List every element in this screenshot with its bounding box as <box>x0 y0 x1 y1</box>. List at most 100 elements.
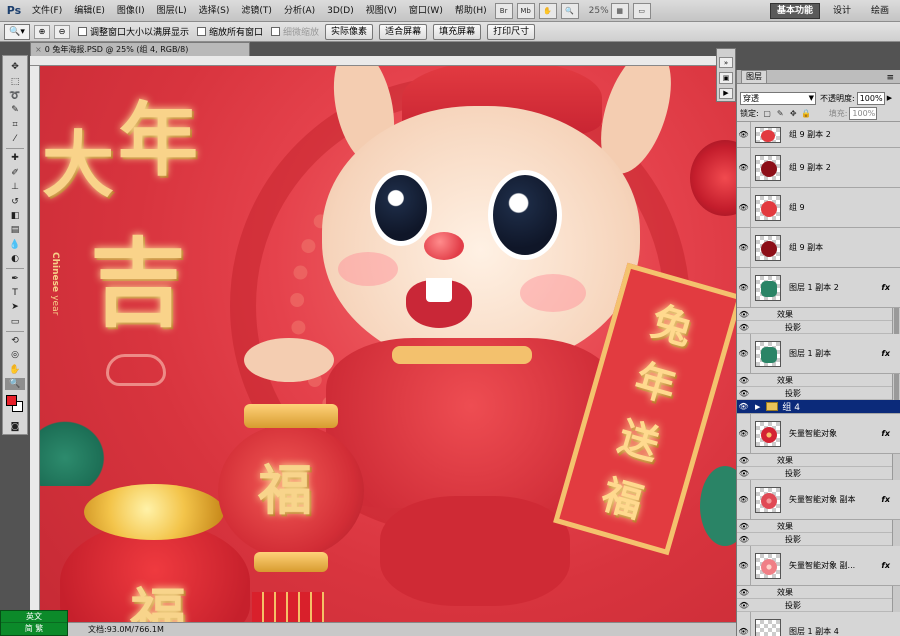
dodge-tool-icon[interactable]: ◐ <box>5 253 25 265</box>
effects-row[interactable]: 👁 效果 <box>737 520 900 533</box>
panel-expand-icon[interactable]: » <box>719 57 733 69</box>
layer-group-row-selected[interactable]: 👁 ▶ 组 4 <box>737 400 900 414</box>
visibility-eye-icon[interactable]: 👁 <box>737 228 751 267</box>
3d-orbit-icon[interactable]: ◎ <box>5 349 25 361</box>
brush-tool-icon[interactable]: ✐ <box>5 167 25 179</box>
visibility-eye-icon[interactable]: 👁 <box>737 599 751 611</box>
menu-window[interactable]: 窗口(W) <box>403 1 449 21</box>
layer-row[interactable]: 👁 图层 1 副本 2 fx <box>737 268 900 308</box>
blend-mode-select[interactable]: 穿透 ▼ <box>740 91 816 105</box>
document-tab[interactable]: × 0 兔年海报.PSD @ 25% (组 4, RGB/8) <box>30 42 250 56</box>
menu-select[interactable]: 选择(S) <box>193 1 236 21</box>
fill-input[interactable]: 100% <box>849 107 878 120</box>
visibility-eye-icon[interactable]: 👁 <box>737 467 751 479</box>
layer-effects-icon[interactable]: fx <box>881 349 890 358</box>
visibility-eye-icon[interactable]: 👁 <box>737 374 751 386</box>
actions-panel-icon[interactable]: ▶ <box>719 87 733 99</box>
visibility-eye-icon[interactable]: 👁 <box>737 480 751 519</box>
history-panel-icon[interactable]: ▣ <box>719 72 733 84</box>
drop-shadow-row[interactable]: 👁 投影 <box>737 467 900 480</box>
layer-row[interactable]: 👁 矢量智能对象 副本 fx <box>737 480 900 520</box>
eyedropper-tool-icon[interactable]: ⁄ <box>5 133 25 145</box>
3d-rotate-icon[interactable]: ⟲ <box>5 335 25 347</box>
zoom-in-icon[interactable]: ⊕ <box>34 24 50 39</box>
workspace-essentials[interactable]: 基本功能 <box>769 2 820 19</box>
menu-filter[interactable]: 滤镜(T) <box>235 1 278 21</box>
layer-row[interactable]: 👁 组 9 副本 2 <box>737 148 900 188</box>
shape-tool-icon[interactable]: ▭ <box>5 316 25 328</box>
opacity-dropdown-icon[interactable]: ▶ <box>887 94 892 102</box>
crop-tool-icon[interactable]: ⌗ <box>5 119 25 131</box>
visibility-eye-icon[interactable]: 👁 <box>737 612 751 636</box>
effects-row[interactable]: 👁 效果 <box>737 454 900 467</box>
visibility-eye-icon[interactable]: 👁 <box>737 586 751 598</box>
layer-effects-icon[interactable]: fx <box>881 429 890 438</box>
visibility-eye-icon[interactable]: 👁 <box>737 308 751 320</box>
gradient-tool-icon[interactable]: ▤ <box>5 224 25 236</box>
lock-all-icon[interactable]: 🔒 <box>801 109 811 118</box>
foreground-color-swatch[interactable] <box>6 395 17 407</box>
ime-mode[interactable]: 英文 <box>1 611 67 623</box>
fit-screen-button[interactable]: 适合屏幕 <box>379 23 428 40</box>
layer-row[interactable]: 👁 组 9 副本 2 <box>737 122 900 148</box>
zoom-tool-icon[interactable]: 🔍 <box>5 378 25 391</box>
close-tab-icon[interactable]: × <box>35 45 42 54</box>
history-brush-icon[interactable]: ↺ <box>5 195 25 207</box>
screen-mode-icon[interactable]: ▭ <box>632 2 651 19</box>
visibility-eye-icon[interactable]: 👁 <box>737 520 751 532</box>
drop-shadow-row[interactable]: 👁 投影 <box>737 533 900 546</box>
visibility-eye-icon[interactable]: 👁 <box>737 321 751 333</box>
drop-shadow-row[interactable]: 👁 投影 <box>737 599 900 612</box>
lock-position-icon[interactable]: ✥ <box>789 109 798 118</box>
zoom-level[interactable]: 25% <box>589 6 609 16</box>
layer-row[interactable]: 👁 矢量智能对象 副... fx <box>737 546 900 586</box>
quick-select-tool-icon[interactable]: ✎ <box>5 104 25 116</box>
visibility-eye-icon[interactable]: 👁 <box>737 546 751 585</box>
visibility-eye-icon[interactable]: 👁 <box>737 414 751 453</box>
hand-tool-icon[interactable]: ✋ <box>5 364 25 376</box>
arrange-documents-icon[interactable]: ▦ <box>610 2 629 19</box>
menu-help[interactable]: 帮助(H) <box>449 1 493 21</box>
healing-brush-icon[interactable]: ✚ <box>5 152 25 164</box>
layer-effects-icon[interactable]: fx <box>881 283 890 292</box>
type-tool-icon[interactable]: T <box>5 287 25 299</box>
resize-windows-checkbox[interactable]: 调整窗口大小以满屏显示 <box>78 25 189 38</box>
layer-effects-icon[interactable]: fx <box>881 561 890 570</box>
ime-script[interactable]: 简 繁 <box>1 623 67 635</box>
visibility-eye-icon[interactable]: 👁 <box>737 148 751 187</box>
marquee-tool-icon[interactable]: ⬚ <box>5 75 25 87</box>
layer-effects-icon[interactable]: fx <box>881 495 890 504</box>
visibility-eye-icon[interactable]: 👁 <box>737 400 751 413</box>
zoom-tool-preset-icon[interactable]: 🔍▾ <box>4 23 30 40</box>
visibility-eye-icon[interactable]: 👁 <box>737 268 751 307</box>
effects-row[interactable]: 👁 效果 <box>737 586 900 599</box>
lock-pixels-icon[interactable]: ✎ <box>776 109 785 118</box>
menu-edit[interactable]: 编辑(E) <box>68 1 111 21</box>
bridge-icon[interactable]: Br <box>494 2 513 19</box>
opacity-input[interactable]: 100% <box>856 91 885 105</box>
path-select-icon[interactable]: ➤ <box>5 301 25 313</box>
zoom-all-windows-checkbox[interactable]: 缩放所有窗口 <box>197 25 263 38</box>
pen-tool-icon[interactable]: ✒ <box>5 272 25 284</box>
menu-image[interactable]: 图像(I) <box>111 1 151 21</box>
eraser-tool-icon[interactable]: ◧ <box>5 210 25 222</box>
layer-row[interactable]: 👁 图层 1 副本 fx <box>737 334 900 374</box>
panel-menu-icon[interactable]: ≡ <box>886 71 894 85</box>
workspace-design[interactable]: 设计 <box>826 3 858 19</box>
visibility-eye-icon[interactable]: 👁 <box>737 533 751 545</box>
zoom-tool-icon[interactable]: 🔍 <box>560 2 579 19</box>
quick-mask-icon[interactable]: ◙ <box>5 421 25 433</box>
menu-3d[interactable]: 3D(D) <box>321 1 360 21</box>
effects-row[interactable]: 👁 效果 <box>737 308 900 321</box>
hand-tool-icon[interactable]: ✋ <box>538 2 557 19</box>
expand-triangle-icon[interactable]: ▶ <box>755 403 760 411</box>
menu-file[interactable]: 文件(F) <box>26 1 68 21</box>
workspace-painting[interactable]: 绘画 <box>864 3 896 19</box>
layers-tab[interactable]: 图层 <box>741 70 767 83</box>
menu-layer[interactable]: 图层(L) <box>151 1 193 21</box>
actual-pixels-button[interactable]: 实际像素 <box>325 23 374 40</box>
effects-row[interactable]: 👁 效果 <box>737 374 900 387</box>
visibility-eye-icon[interactable]: 👁 <box>737 122 751 147</box>
menu-analysis[interactable]: 分析(A) <box>278 1 321 21</box>
layer-row[interactable]: 👁 组 9 副本 <box>737 228 900 268</box>
